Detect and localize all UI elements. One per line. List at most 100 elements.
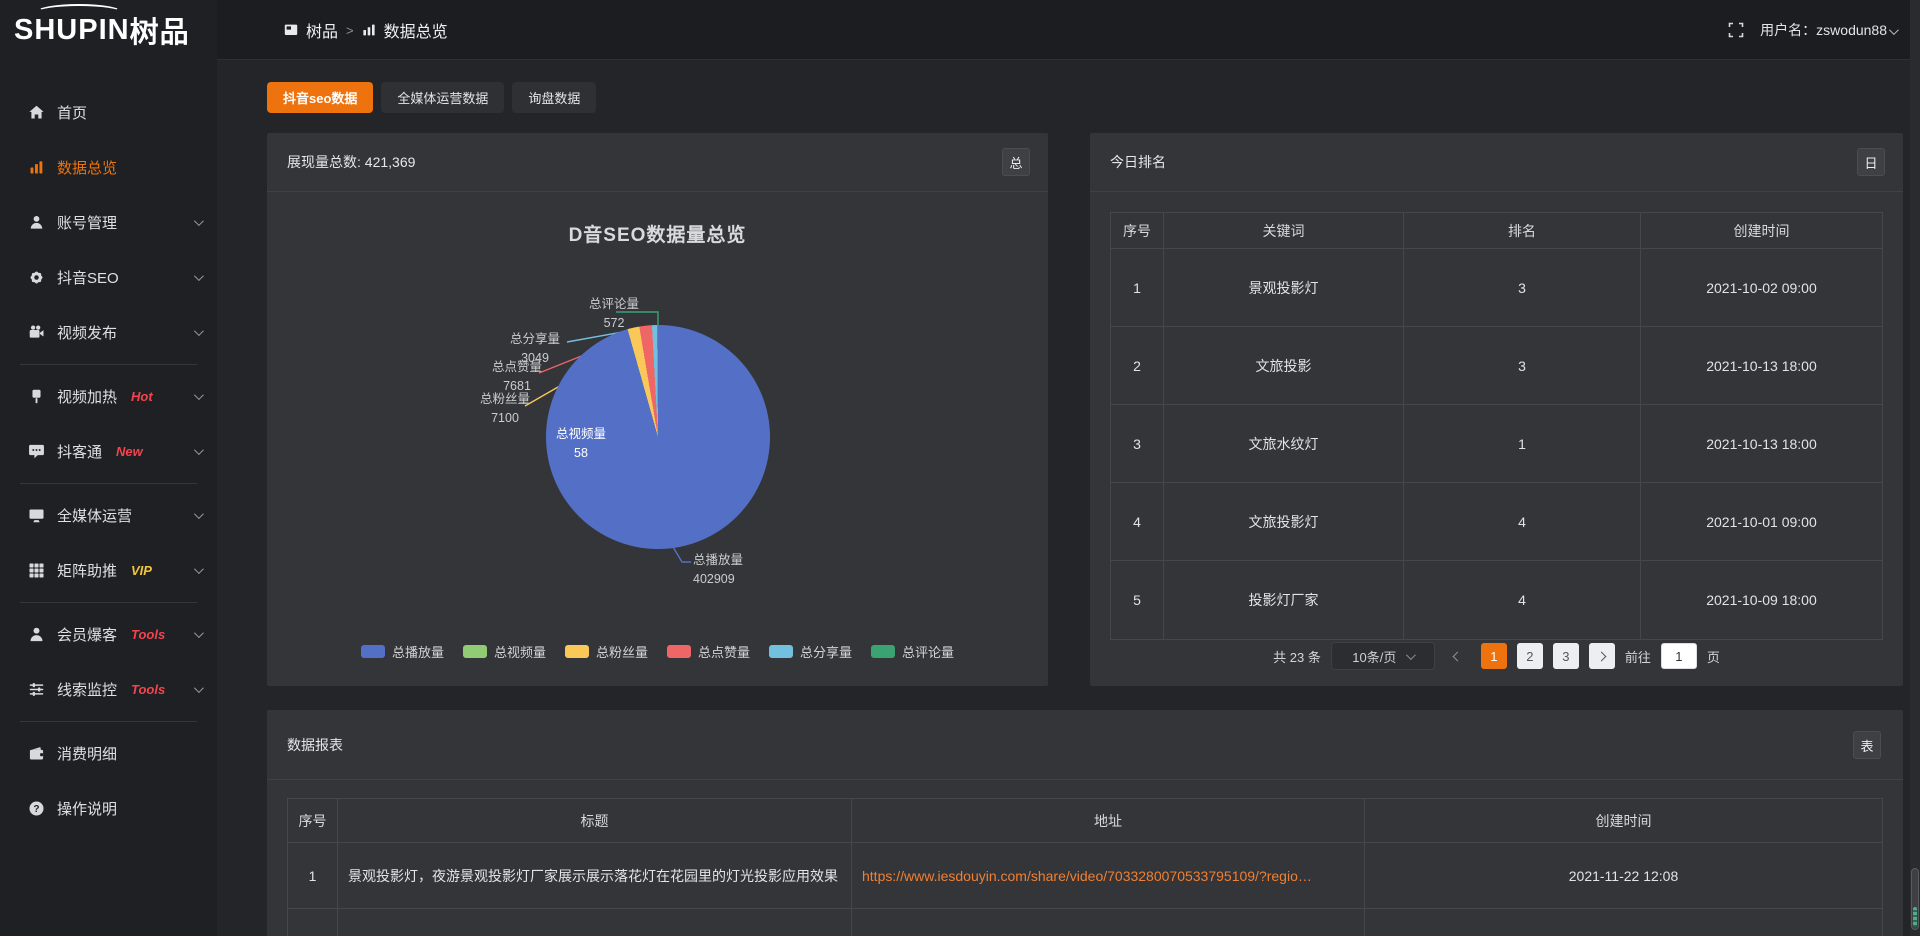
sidebar-item-label: 会员爆客 [57,624,117,645]
username[interactable]: 用户名：zswodun88 [1760,20,1896,40]
wallet-icon [28,745,45,762]
vip-badge: VIP [131,563,152,578]
report-title-text: 景观投影灯，夜游景观投影灯厂家展示展示落花灯在花园里的灯光投影应用效果 # [348,866,841,886]
legend-swatch [667,645,691,658]
sidebar-item-douyin-seo[interactable]: 抖音SEO [0,250,217,305]
chart-legend: 总播放量 总视频量 总粉丝量 总点赞量 总分享量 总评论量 [267,642,1048,661]
ranking-panel: 今日排名 日 序号 关键词 排名 创建时间 1景观投影灯32021-10-02 … [1090,133,1903,686]
pie-label-plays: 总播放量402909 [693,551,777,589]
page-button-3[interactable]: 3 [1553,643,1579,669]
sliders-icon [28,681,45,698]
total-view-button[interactable]: 总 [1002,148,1030,176]
chat-bubble-icon [28,443,45,460]
prev-page-button[interactable] [1445,643,1471,669]
sidebar-item-label: 抖客通 [57,441,102,462]
sidebar-item-member-burst[interactable]: 会员爆客 Tools [0,607,217,662]
legend-item-likes[interactable]: 总点赞量 [667,642,750,661]
legend-item-plays[interactable]: 总播放量 [361,642,444,661]
page-size-select[interactable]: 10条/页 [1331,642,1435,670]
home-icon [28,104,45,121]
sidebar-item-home[interactable]: 首页 [0,85,217,140]
daily-view-button[interactable]: 日 [1857,148,1885,176]
ranking-panel-title: 今日排名 [1110,152,1166,172]
sidebar-item-account[interactable]: 账号管理 [0,195,217,250]
sidebar-item-doukettong[interactable]: 抖客通 New [0,424,217,479]
video-camera-icon [28,324,45,341]
page-button-2[interactable]: 2 [1517,643,1543,669]
breadcrumb: 树品 > 数据总览 [284,0,448,60]
chevron-down-icon [1889,25,1899,35]
main-content: 抖音seo数据 全媒体运营数据 询盘数据 展现量总数: 421,369 总 D音… [217,60,1920,936]
scrollbar-accent [1913,907,1917,927]
sidebar-item-video-publish[interactable]: 视频发布 [0,305,217,360]
chevron-down-icon [194,216,204,226]
sidebar-item-label: 抖音SEO [57,267,119,288]
sidebar-menu: 首页 数据总览 账号管理 抖音SEO 视频发布 视频加热 Hot [0,60,217,836]
legend-item-comments[interactable]: 总评论量 [871,642,954,661]
sidebar-item-consumption[interactable]: 消费明细 [0,726,217,781]
table-header-row: 序号 关键词 排名 创建时间 [1111,213,1882,249]
data-tabs: 抖音seo数据 全媒体运营数据 询盘数据 [267,82,596,113]
table-row[interactable]: 4文旅投影灯42021-10-01 09:00 [1111,483,1882,561]
tab-omnimedia-data[interactable]: 全媒体运营数据 [381,82,504,113]
report-panel: 数据报表 表 序号 标题 地址 创建时间 1 景观投影灯，夜游景观投影灯厂家展示… [267,710,1903,936]
sidebar-item-label: 操作说明 [57,798,117,819]
grid-icon [28,562,45,579]
sidebar: SHUPIN树品 首页 数据总览 账号管理 抖音SEO 视频发布 [0,0,217,936]
hot-badge: Hot [131,389,153,404]
tab-inquiry-data[interactable]: 询盘数据 [512,82,596,113]
page-button-1[interactable]: 1 [1481,643,1507,669]
chevron-down-icon [194,390,204,400]
sidebar-item-help[interactable]: ? 操作说明 [0,781,217,836]
chevron-down-icon [194,271,204,281]
table-row[interactable]: 5投影灯厂家42021-10-09 18:00 [1111,561,1882,639]
tools-badge: Tools [131,682,165,697]
logo-arc-decoration [36,4,122,20]
tab-douyin-seo[interactable]: 抖音seo数据 [267,82,373,113]
pie-label-fans: 总粉丝量7100 [463,390,547,428]
next-page-button[interactable] [1589,643,1615,669]
menu-divider [20,602,197,603]
breadcrumb-item-root[interactable]: 树品 [306,18,338,42]
sidebar-item-omnimedia[interactable]: 全媒体运营 [0,488,217,543]
page-scrollbar[interactable] [1910,0,1920,936]
sidebar-item-label: 全媒体运营 [57,505,132,526]
report-table: 序号 标题 地址 创建时间 1 景观投影灯，夜游景观投影灯厂家展示展示落花灯在花… [287,798,1883,936]
sidebar-item-label: 线索监控 [57,679,117,700]
fullscreen-icon[interactable] [1728,22,1744,38]
scrollbar-thumb[interactable] [1911,868,1919,930]
table-view-button[interactable]: 表 [1853,731,1881,759]
sidebar-item-matrix-boost[interactable]: 矩阵助推 VIP [0,543,217,598]
sidebar-item-video-heat[interactable]: 视频加热 Hot [0,369,217,424]
ranking-table: 序号 关键词 排名 创建时间 1景观投影灯32021-10-02 09:00 2… [1110,212,1883,640]
legend-swatch [361,645,385,658]
goto-page-input[interactable] [1661,643,1697,669]
question-circle-icon: ? [28,800,45,817]
legend-item-videos[interactable]: 总视频量 [463,642,546,661]
ranking-panel-header: 今日排名 日 [1090,133,1903,192]
app-logo[interactable]: SHUPIN树品 [0,0,217,60]
pie-label-videos: 总视频量58 [539,425,623,463]
report-panel-header: 数据报表 表 [267,710,1903,780]
legend-swatch [871,645,895,658]
overview-panel: 展现量总数: 421,369 总 D音SEO数据量总览 总评论量572 总分享量… [267,133,1048,686]
screen-icon [284,23,298,37]
sidebar-item-data-overview[interactable]: 数据总览 [0,140,217,195]
pie-label-comments: 总评论量572 [572,295,656,333]
sidebar-item-label: 首页 [57,102,87,123]
menu-divider [20,721,197,722]
sidebar-item-label: 矩阵助推 [57,560,117,581]
legend-item-shares[interactable]: 总分享量 [769,642,852,661]
breadcrumb-item-current[interactable]: 数据总览 [384,18,448,42]
table-row[interactable]: 2文旅投影32021-10-13 18:00 [1111,327,1882,405]
sidebar-item-lead-monitor[interactable]: 线索监控 Tools [0,662,217,717]
table-row[interactable]: 3文旅水纹灯12021-10-13 18:00 [1111,405,1882,483]
tools-badge: Tools [131,627,165,642]
legend-item-fans[interactable]: 总粉丝量 [565,642,648,661]
video-link[interactable]: https://www.iesdouyin.com/share/video/70… [862,868,1312,884]
chevron-down-icon [194,326,204,336]
table-row[interactable]: 1 景观投影灯，夜游景观投影灯厂家展示展示落花灯在花园里的灯光投影应用效果 # … [288,843,1882,909]
chevron-down-icon [194,683,204,693]
user-icon [28,214,45,231]
table-row[interactable]: 1景观投影灯32021-10-02 09:00 [1111,249,1882,327]
